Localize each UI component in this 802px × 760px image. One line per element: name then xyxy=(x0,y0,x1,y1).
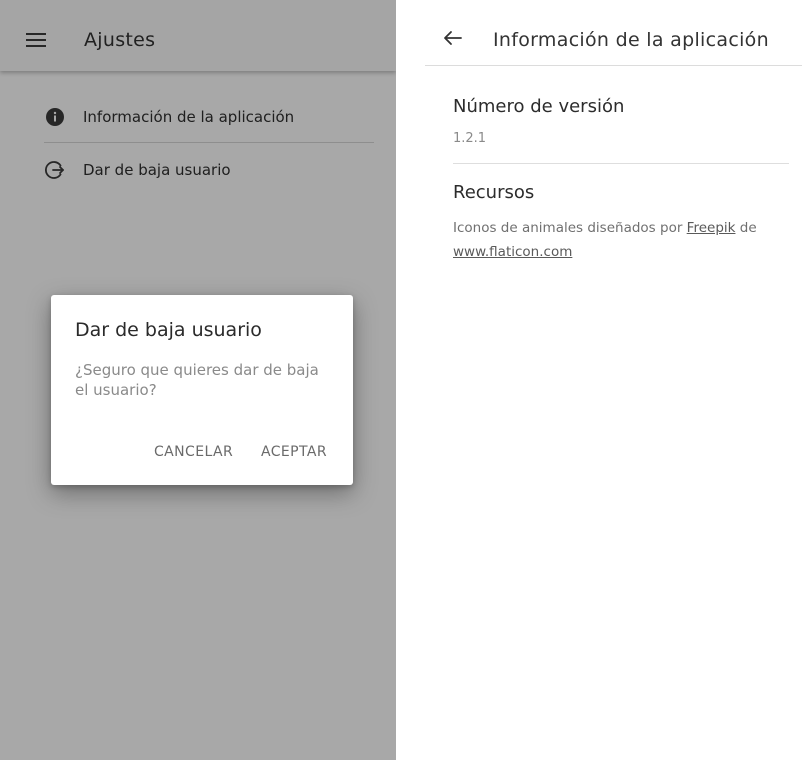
app-info-screen: Información de la aplicación Número de v… xyxy=(425,0,802,760)
toolbar-title: Información de la aplicación xyxy=(493,29,769,51)
divider xyxy=(453,163,789,164)
freepik-link[interactable]: Freepik xyxy=(687,220,736,236)
version-title: Número de versión xyxy=(453,96,625,117)
unregister-dialog: Dar de baja usuario ¿Seguro que quieres … xyxy=(51,295,353,485)
resources-text-middle: de xyxy=(735,220,757,236)
dialog-message: ¿Seguro que quieres dar de baja el usuar… xyxy=(75,361,319,399)
settings-screen: Ajustes Información de la aplicación Dar… xyxy=(0,0,396,760)
resources-text-before: Iconos de animales diseñados por xyxy=(453,220,687,236)
resources-title: Recursos xyxy=(453,182,535,203)
accept-button[interactable]: ACEPTAR xyxy=(261,444,327,460)
version-value: 1.2.1 xyxy=(453,131,487,146)
resources-text: Iconos de animales diseñados por Freepik… xyxy=(453,216,798,264)
back-arrow-icon[interactable] xyxy=(443,30,463,46)
flaticon-link[interactable]: www.flaticon.com xyxy=(453,244,572,260)
toolbar: Información de la aplicación xyxy=(425,0,802,66)
dialog-title: Dar de baja usuario xyxy=(75,319,262,341)
cancel-button[interactable]: CANCELAR xyxy=(154,444,233,460)
